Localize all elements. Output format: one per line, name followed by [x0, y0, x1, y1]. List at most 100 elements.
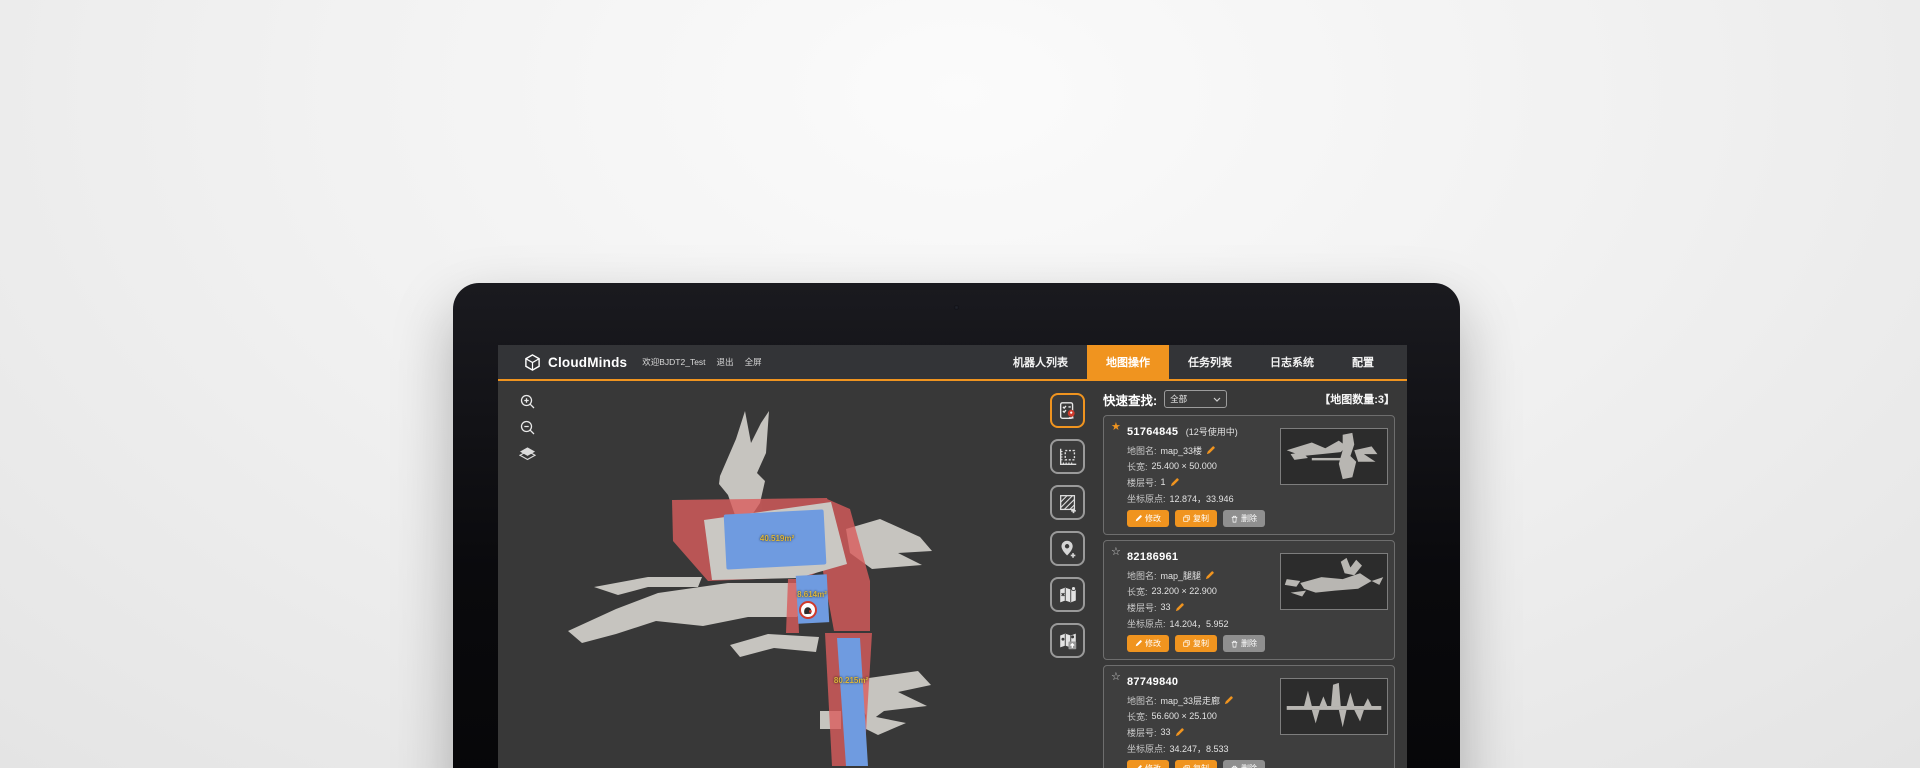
map-controls	[519, 393, 536, 462]
panel-header: 快速查找: 全部 【地图数量:3】	[1103, 389, 1395, 409]
delete-map-button[interactable]	[1050, 577, 1085, 612]
map-name-value: map_腿腿	[1161, 569, 1202, 582]
map-size-value: 56.600 × 25.100	[1152, 711, 1217, 721]
field-label: 长宽:	[1127, 460, 1148, 473]
favorite-star-icon[interactable]: ☆	[1111, 670, 1121, 683]
map-card: ☆ 87749840 地图名: map_33层走廊 长宽: 56.600 × 25.…	[1103, 665, 1395, 768]
field-label: 坐标原点:	[1127, 492, 1166, 505]
desktop-background: CloudMinds 欢迎BJDT2_Test 退出 全屏 机器人列表 地图操作…	[0, 0, 1920, 768]
add-poi-button[interactable]	[1050, 531, 1085, 566]
map-thumbnail[interactable]	[1280, 428, 1388, 485]
edit-map-button[interactable]: 修改	[1127, 510, 1169, 527]
field-label: 楼层号:	[1127, 476, 1157, 489]
quick-search-label: 快速查找:	[1103, 390, 1157, 409]
copy-icon	[1183, 515, 1190, 522]
map-size-value: 23.200 × 22.900	[1152, 586, 1217, 596]
map-origin-value: 14.204，5.952	[1170, 617, 1229, 630]
fullscreen-link[interactable]: 全屏	[745, 356, 762, 368]
map-origin-value: 12.874，33.946	[1170, 492, 1234, 505]
map-name-value: map_33楼	[1161, 444, 1203, 457]
field-label: 地图名:	[1127, 444, 1157, 457]
map-floor-value: 33	[1161, 727, 1171, 737]
measure-area-button[interactable]	[1050, 439, 1085, 474]
delete-map-card-button[interactable]: 删除	[1223, 635, 1265, 652]
marker-list-button[interactable]	[1050, 393, 1085, 428]
trash-icon	[1231, 765, 1238, 768]
map-count-text: 【地图数量:3】	[1319, 391, 1395, 407]
upload-map-button[interactable]	[1050, 623, 1085, 658]
map-floor-value: 1	[1161, 477, 1166, 487]
copy-map-button[interactable]: 复制	[1175, 635, 1217, 652]
zoom-in-icon[interactable]	[519, 393, 536, 410]
nav-item-robot-list[interactable]: 机器人列表	[994, 345, 1087, 380]
map-toolbar	[1050, 393, 1085, 658]
app-screen: CloudMinds 欢迎BJDT2_Test 退出 全屏 机器人列表 地图操作…	[498, 345, 1407, 768]
trash-icon	[1231, 515, 1238, 523]
map-id: 87749840	[1127, 676, 1178, 688]
copy-map-button[interactable]: 复制	[1175, 510, 1217, 527]
map-thumbnail[interactable]	[1280, 553, 1388, 610]
edit-pencil-icon[interactable]	[1170, 478, 1179, 487]
map-floor-value: 33	[1161, 602, 1171, 612]
area-label: 40.519m²	[745, 534, 809, 543]
edit-map-button[interactable]: 修改	[1127, 760, 1169, 768]
favorite-star-icon[interactable]: ★	[1111, 420, 1121, 433]
copy-map-button[interactable]: 复制	[1175, 760, 1217, 768]
laptop-bezel: CloudMinds 欢迎BJDT2_Test 退出 全屏 机器人列表 地图操作…	[453, 283, 1460, 768]
field-label: 长宽:	[1127, 710, 1148, 723]
zoom-out-icon[interactable]	[519, 419, 536, 436]
nav-item-config[interactable]: 配置	[1333, 345, 1393, 380]
map-status: (12号使用中)	[1186, 427, 1238, 437]
pencil-icon	[1135, 640, 1142, 647]
edit-pencil-icon[interactable]	[1205, 571, 1214, 580]
edit-map-button[interactable]: 修改	[1127, 635, 1169, 652]
delete-map-card-button[interactable]: 删除	[1223, 510, 1265, 527]
brand-name: CloudMinds	[548, 355, 627, 370]
edit-pencil-icon[interactable]	[1206, 446, 1215, 455]
add-virtual-wall-button[interactable]	[1050, 485, 1085, 520]
logout-link[interactable]: 退出	[717, 356, 734, 368]
area-label: 80.215m²	[819, 676, 883, 685]
filter-value: 全部	[1170, 393, 1187, 405]
webcam-dot	[954, 305, 959, 310]
area-label: 8.614m²	[780, 590, 844, 599]
map-size-value: 25.400 × 50.000	[1152, 461, 1217, 471]
robot-position-marker[interactable]	[799, 601, 817, 619]
field-label: 坐标原点:	[1127, 617, 1166, 630]
map-id: 82186961	[1127, 551, 1178, 563]
layers-icon[interactable]	[519, 445, 536, 462]
map-id: 51764845	[1127, 426, 1178, 438]
field-label: 楼层号:	[1127, 601, 1157, 614]
map-card: ★ 51764845 (12号使用中) 地图名: map_33楼 长宽: 25.40…	[1103, 415, 1395, 535]
pencil-icon	[1135, 515, 1142, 522]
edit-pencil-icon[interactable]	[1224, 696, 1233, 705]
nav-menu: 机器人列表 地图操作 任务列表 日志系统 配置	[994, 345, 1407, 380]
cloudminds-logo-icon	[524, 354, 541, 371]
map-canvas[interactable]	[498, 381, 1098, 766]
nav-item-task-list[interactable]: 任务列表	[1169, 345, 1251, 380]
map-list-panel: 快速查找: 全部 【地图数量:3】 ★	[1098, 381, 1407, 766]
copy-icon	[1183, 640, 1190, 647]
map-thumbnail[interactable]	[1280, 678, 1388, 735]
field-label: 地图名:	[1127, 694, 1157, 707]
edit-pencil-icon[interactable]	[1175, 603, 1184, 612]
edit-pencil-icon[interactable]	[1175, 728, 1184, 737]
map-card: ☆ 82186961 地图名: map_腿腿 长宽: 23.200 × 22.900…	[1103, 540, 1395, 660]
favorite-star-icon[interactable]: ☆	[1111, 545, 1121, 558]
map-origin-value: 34.247，8.533	[1170, 742, 1229, 755]
nav-item-map-operations[interactable]: 地图操作	[1087, 345, 1169, 380]
chevron-down-icon	[1213, 397, 1221, 402]
map-filter-dropdown[interactable]: 全部	[1164, 390, 1227, 408]
field-label: 楼层号:	[1127, 726, 1157, 739]
field-label: 坐标原点:	[1127, 742, 1166, 755]
content-area: 40.519m² 8.614m² 80.215m²	[498, 381, 1407, 766]
delete-map-card-button[interactable]: 删除	[1223, 760, 1265, 768]
trash-icon	[1231, 640, 1238, 648]
nav-item-log-system[interactable]: 日志系统	[1251, 345, 1333, 380]
map-name-value: map_33层走廊	[1161, 694, 1221, 707]
field-label: 长宽:	[1127, 585, 1148, 598]
welcome-text: 欢迎BJDT2_Test	[642, 356, 705, 368]
brand: CloudMinds	[524, 354, 627, 371]
navbar: CloudMinds 欢迎BJDT2_Test 退出 全屏 机器人列表 地图操作…	[498, 345, 1407, 381]
field-label: 地图名:	[1127, 569, 1157, 582]
